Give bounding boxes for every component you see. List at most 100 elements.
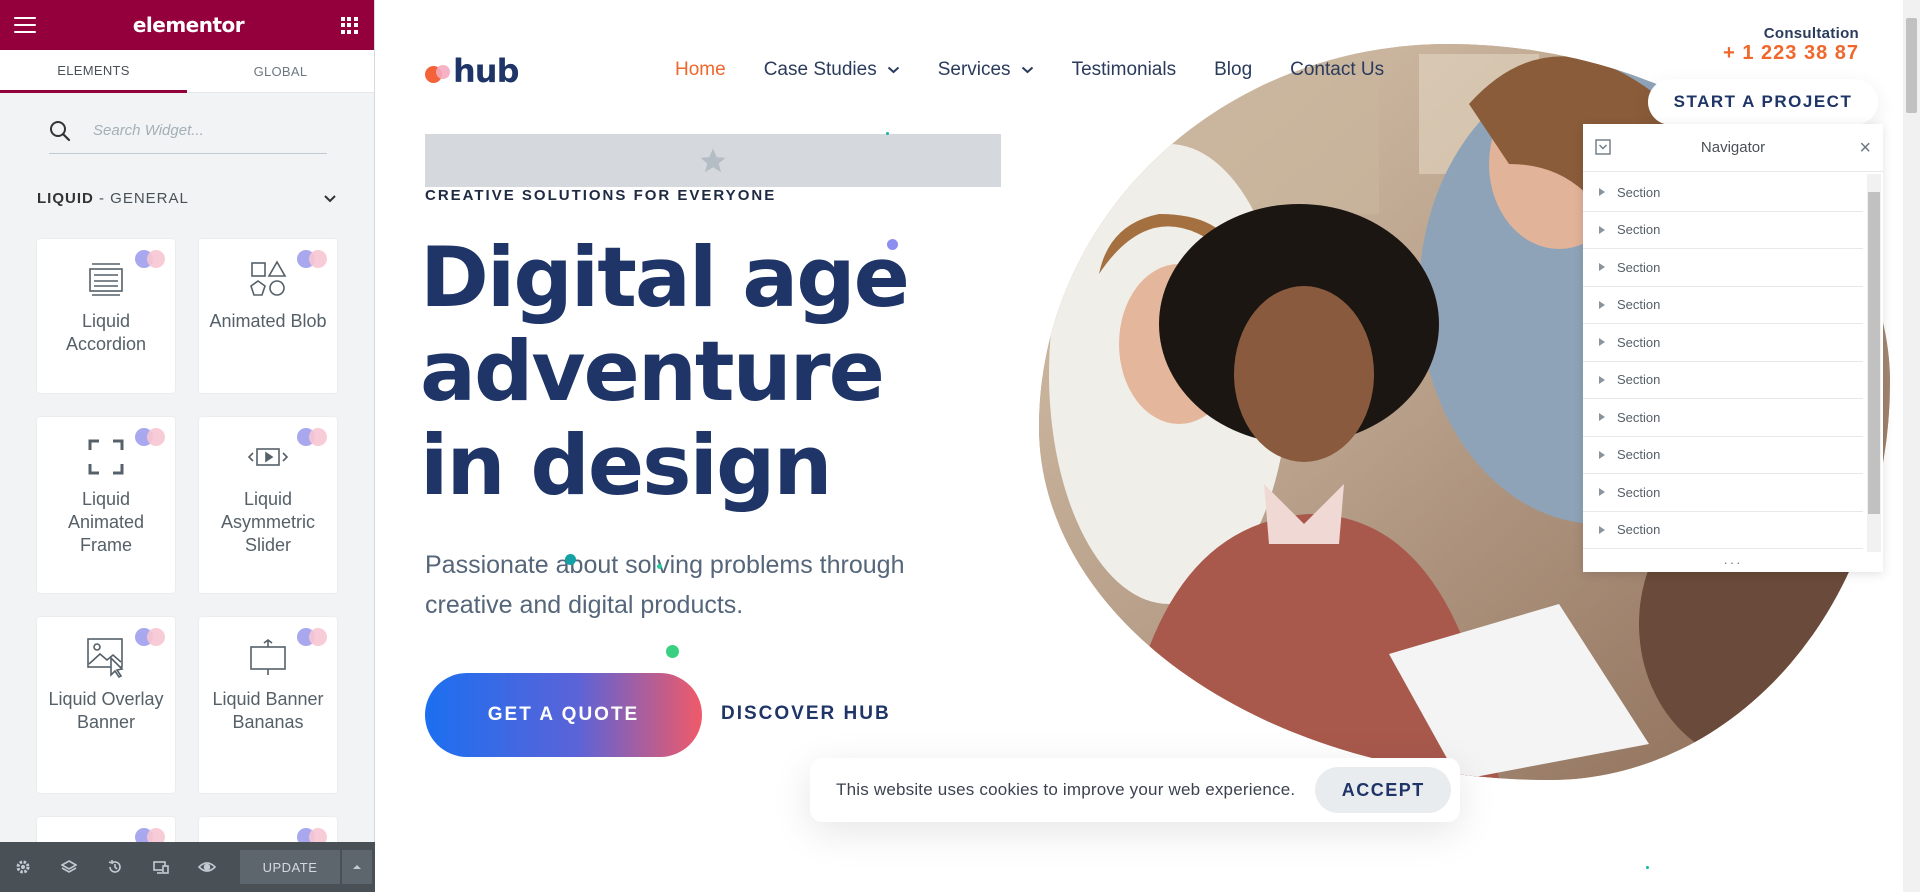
nav-blog[interactable]: Blog (1214, 59, 1252, 81)
cookie-message: This website uses cookies to improve you… (836, 780, 1296, 799)
decorative-dot (1646, 866, 1649, 869)
update-options-icon[interactable] (342, 850, 372, 884)
widget-label: Liquid Animated Frame (67, 489, 145, 555)
nav-testimonials[interactable]: Testimonials (1072, 59, 1177, 81)
scrollbar-thumb[interactable] (1906, 18, 1917, 113)
hero-subtext: Passionate about solving problems throug… (425, 551, 905, 619)
search-icon (50, 121, 71, 142)
close-icon[interactable]: × (1859, 137, 1871, 160)
decorative-dot (886, 132, 889, 135)
navigator-row[interactable]: Section (1583, 474, 1863, 512)
navigator-row[interactable]: Section (1583, 324, 1863, 362)
widget-label: Liquid Asymmetric Slider (221, 489, 315, 555)
main-nav: Home Case Studies Services Testimonials … (675, 59, 1422, 81)
navigator-row[interactable]: Section (1583, 437, 1863, 474)
widget-animated-blob[interactable]: Animated Blob (199, 239, 337, 393)
widget-search (49, 108, 327, 154)
category-header[interactable]: LIQUID - GENERAL (37, 190, 337, 207)
navigator-row[interactable]: Section (1583, 249, 1863, 287)
accordion-icon (86, 258, 126, 300)
widget-liquid-asymmetric-slider[interactable]: Liquid Asymmetric Slider (199, 417, 337, 593)
responsive-icon[interactable] (138, 842, 184, 892)
elementor-logo: elementor (132, 13, 245, 37)
caret-right-icon[interactable] (1599, 413, 1605, 422)
navigator-row[interactable]: Section (1583, 512, 1863, 549)
app-window: elementor ELEMENTS GLOBAL LIQUID - GENER… (0, 0, 1920, 892)
caret-right-icon[interactable] (1599, 525, 1605, 534)
cookie-banner: This website uses cookies to improve you… (810, 758, 1460, 822)
star-icon (700, 148, 726, 172)
hero-eyebrow: CREATIVE SOLUTIONS FOR EVERYONE (425, 187, 777, 204)
widgets-grid-icon[interactable] (340, 16, 358, 34)
caret-right-icon[interactable] (1599, 300, 1605, 309)
shapes-icon (248, 258, 288, 300)
pro-badge-icon (135, 250, 165, 268)
caret-right-icon[interactable] (1599, 450, 1605, 459)
start-project-button[interactable]: START A PROJECT (1648, 79, 1878, 125)
widget-liquid-banner-bananas[interactable]: Liquid Banner Bananas (199, 617, 337, 793)
navigator-row[interactable]: Section (1583, 212, 1863, 249)
scrollbar-thumb[interactable] (1868, 192, 1880, 514)
navigator-title: Navigator (1700, 139, 1766, 156)
consultation-label: Consultation (1763, 25, 1859, 42)
decorative-dot (657, 564, 662, 569)
editor-panel: elementor ELEMENTS GLOBAL LIQUID - GENER… (0, 0, 375, 892)
caret-right-icon[interactable] (1599, 338, 1605, 347)
navigator-panel: Navigator × Section Section Section Sect… (1583, 124, 1883, 572)
widget-liquid-animated-frame[interactable]: Liquid Animated Frame (37, 417, 175, 593)
consultation-phone[interactable]: + 1 223 38 87 (1723, 42, 1859, 65)
category-title: LIQUID - GENERAL (37, 190, 189, 207)
search-widget-input[interactable] (93, 122, 323, 139)
caret-right-icon[interactable] (1599, 488, 1605, 497)
collapse-all-icon[interactable] (1595, 139, 1611, 155)
resize-handle-icon[interactable]: ··· (1583, 552, 1883, 572)
decorative-dot (666, 645, 679, 658)
tab-global[interactable]: GLOBAL (187, 50, 374, 93)
widget-grid: Liquid Accordion Animated Blob Liquid An… (37, 239, 339, 877)
consultation-contact: Consultation + 1 223 38 87 (1723, 25, 1859, 65)
history-icon[interactable] (92, 842, 138, 892)
navigator-scrollbar[interactable] (1867, 174, 1881, 552)
logo-text: hub (453, 52, 519, 90)
navigator-row[interactable]: Section (1583, 287, 1863, 324)
pro-badge-icon (135, 628, 165, 646)
headline-line: in design (420, 417, 833, 514)
tab-elements[interactable]: ELEMENTS (0, 50, 187, 93)
panel-footer: UPDATE (0, 842, 375, 892)
layers-icon[interactable] (46, 842, 92, 892)
accept-cookies-button[interactable]: ACCEPT (1315, 767, 1452, 813)
caret-right-icon[interactable] (1599, 263, 1605, 272)
page-scrollbar[interactable] (1903, 0, 1920, 892)
banner-icon (248, 636, 288, 678)
discover-hub-link[interactable]: DISCOVER HUB (721, 703, 891, 725)
pro-badge-icon (297, 628, 327, 646)
nav-home[interactable]: Home (675, 59, 726, 81)
navigator-header[interactable]: Navigator × (1583, 124, 1883, 172)
widget-liquid-overlay-banner[interactable]: Liquid Overlay Banner (37, 617, 175, 793)
menu-icon[interactable] (14, 17, 36, 33)
image-placeholder[interactable] (425, 134, 1001, 187)
nav-case-studies[interactable]: Case Studies (764, 59, 900, 81)
navigator-row[interactable]: Section (1583, 399, 1863, 437)
preview-eye-icon[interactable] (184, 842, 230, 892)
nav-services[interactable]: Services (938, 59, 1034, 81)
decorative-dot (887, 239, 898, 250)
widget-label: Liquid Overlay Banner (48, 689, 164, 732)
caret-right-icon[interactable] (1599, 225, 1605, 234)
slider-icon (246, 436, 290, 478)
frame-icon (86, 436, 126, 478)
chevron-down-icon (887, 66, 899, 74)
update-button[interactable]: UPDATE (240, 850, 340, 884)
headline-line: adventure (420, 323, 885, 420)
caret-right-icon[interactable] (1599, 188, 1605, 197)
navigator-row[interactable]: Section (1583, 174, 1863, 212)
navigator-row[interactable]: Section (1583, 362, 1863, 399)
nav-contact-us[interactable]: Contact Us (1290, 59, 1384, 81)
pro-badge-icon (297, 250, 327, 268)
get-quote-button[interactable]: GET A QUOTE (425, 673, 702, 757)
chevron-down-icon (324, 194, 336, 202)
widget-liquid-accordion[interactable]: Liquid Accordion (37, 239, 175, 393)
site-logo[interactable]: hub (425, 52, 519, 90)
settings-icon[interactable] (0, 842, 46, 892)
caret-right-icon[interactable] (1599, 375, 1605, 384)
